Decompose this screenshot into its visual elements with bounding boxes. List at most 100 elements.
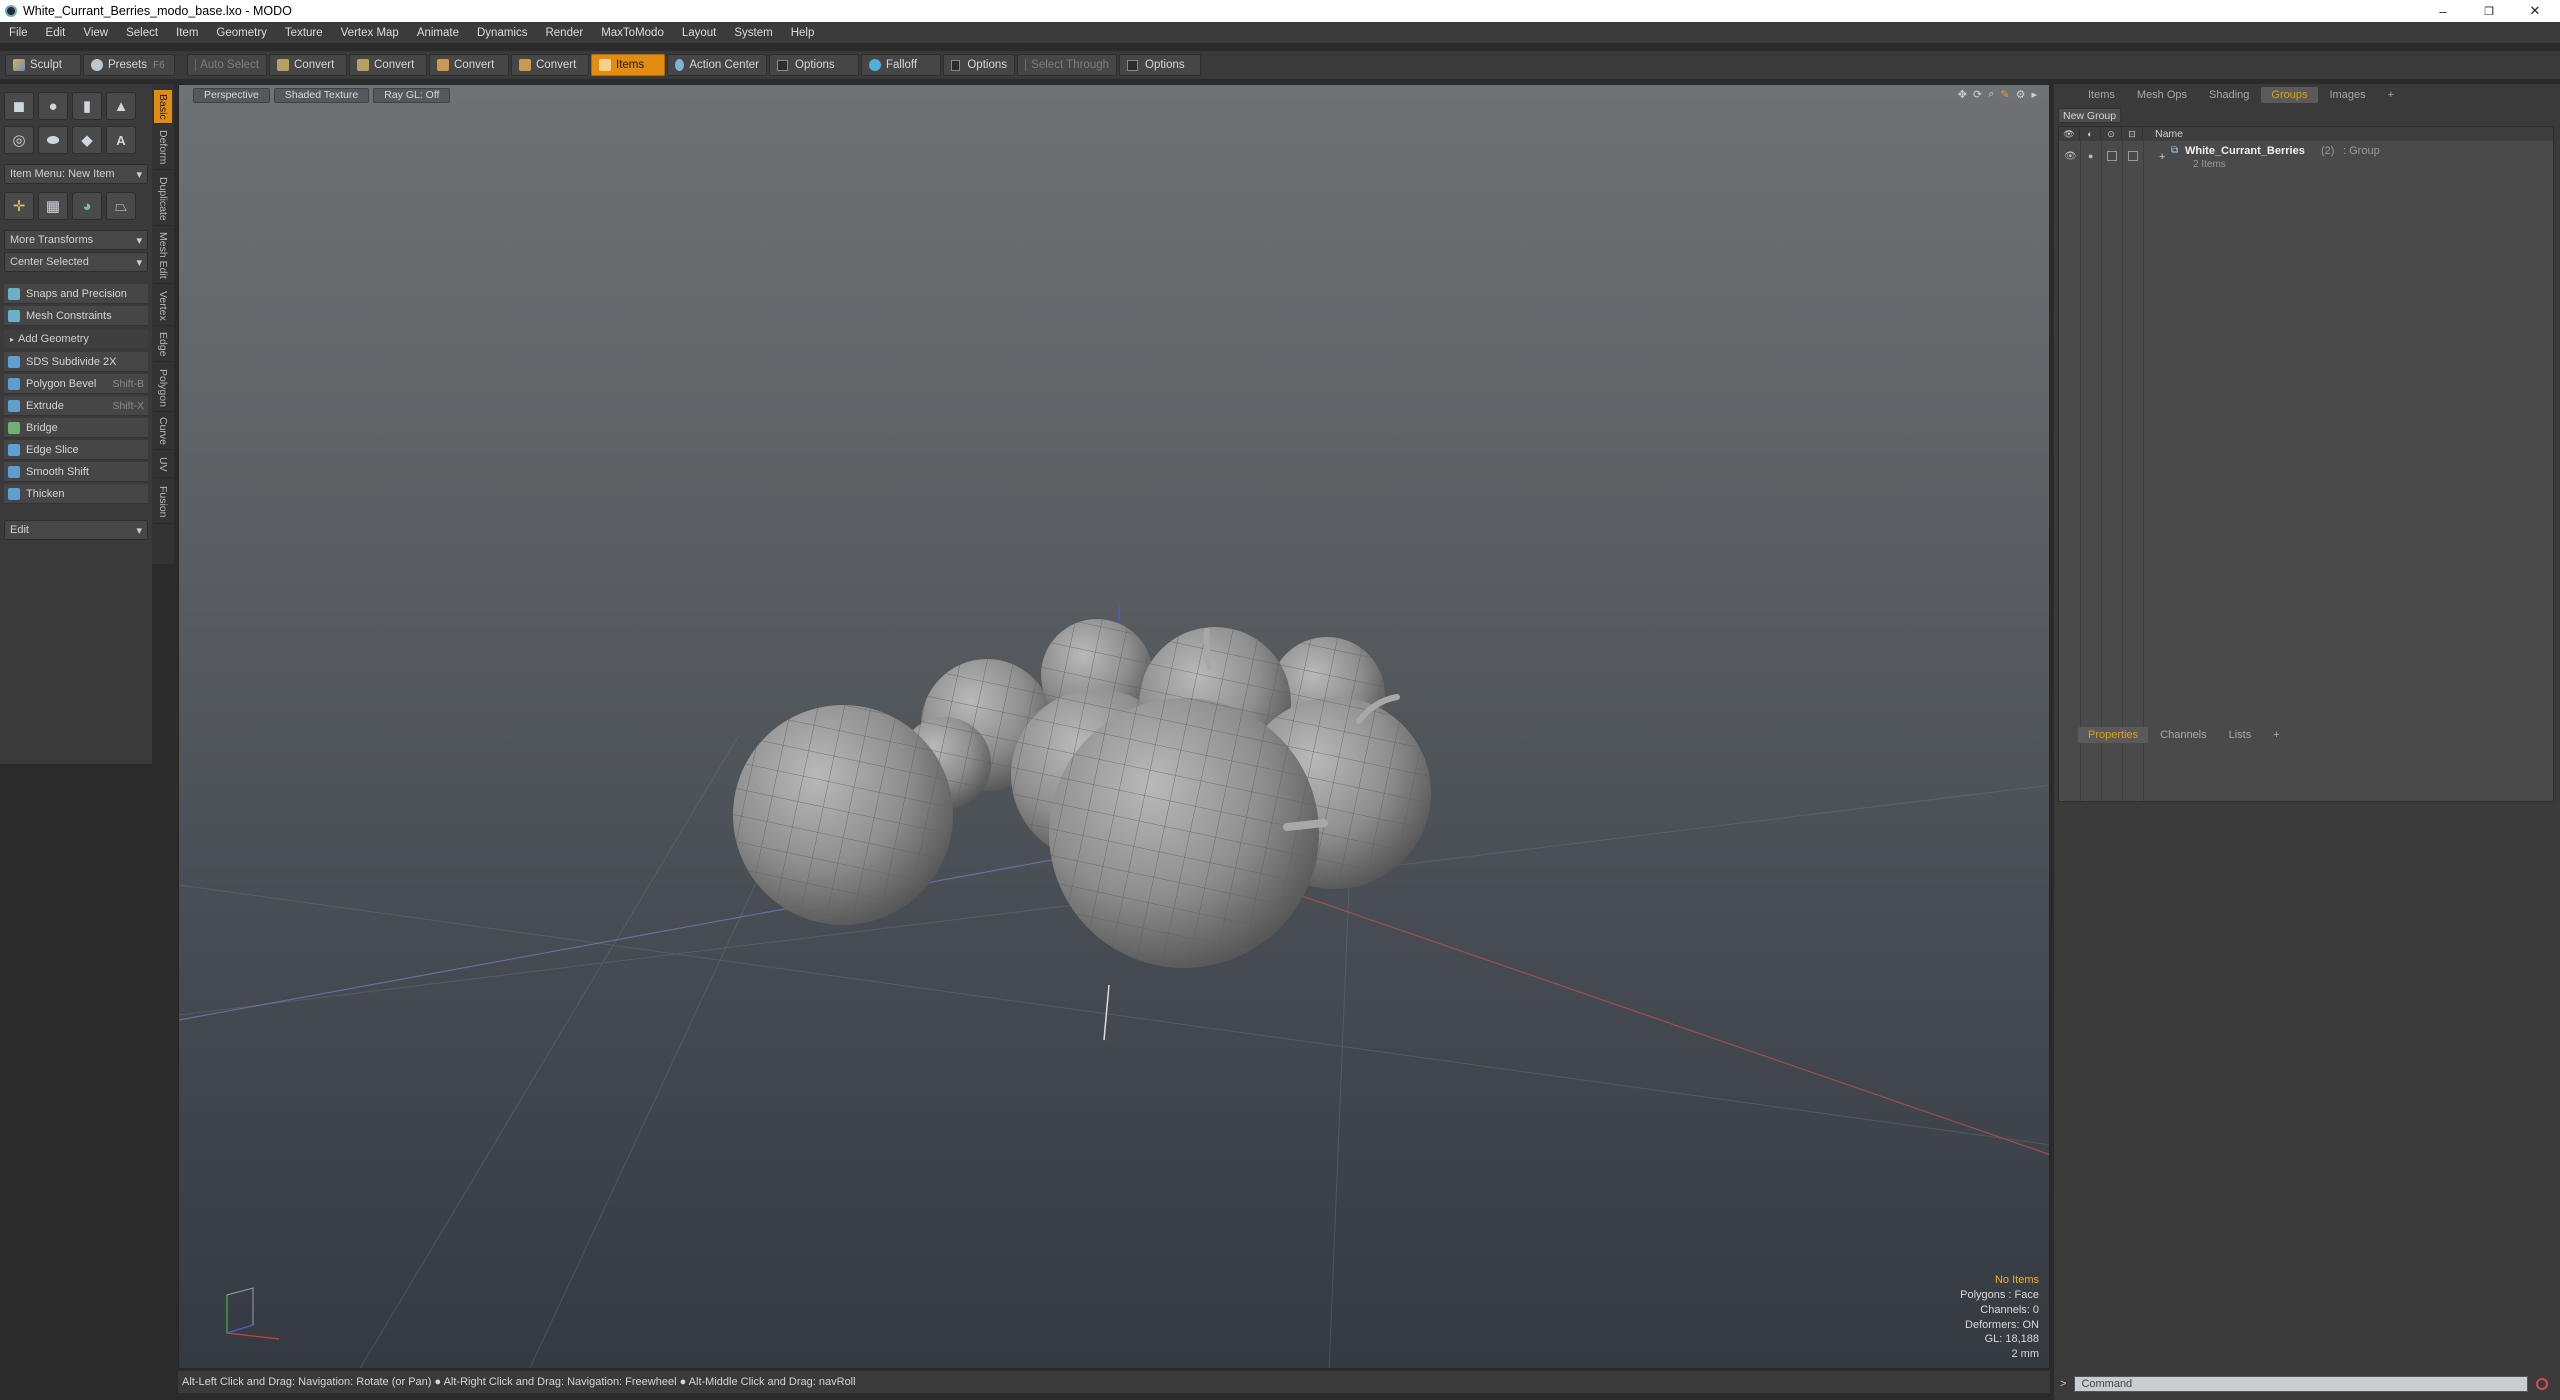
- polygon-bevel-button[interactable]: Polygon Bevel Shift-B: [4, 374, 148, 394]
- group-row[interactable]: 👁 ● + ⧉ White_Currant_Berries (2) : Grou…: [2059, 145, 2553, 173]
- options-checkbox[interactable]: [777, 59, 788, 71]
- tab-items[interactable]: Items: [2078, 87, 2125, 103]
- action-center-button[interactable]: Action Center: [667, 54, 767, 76]
- maximize-button[interactable]: ❐: [2466, 0, 2512, 22]
- menu-edit[interactable]: Edit: [37, 27, 75, 39]
- convert-vertices-button[interactable]: Convert: [269, 54, 347, 76]
- groups-list[interactable]: 👁 ◐ ⊙ ⊡ Name 👁 ● + ⧉ White_Currant_Berri…: [2058, 126, 2554, 802]
- menu-animate[interactable]: Animate: [408, 27, 468, 39]
- convert-materials-button[interactable]: Convert: [511, 54, 589, 76]
- expand-toggle-icon[interactable]: +: [2159, 151, 2165, 163]
- edit-dropdown[interactable]: Edit ▾: [4, 520, 148, 540]
- tab-channels[interactable]: Channels: [2150, 727, 2216, 743]
- add-geometry-header[interactable]: ▸ Add Geometry: [4, 330, 148, 348]
- cube-primitive-icon[interactable]: ◼: [4, 92, 34, 120]
- menu-dynamics[interactable]: Dynamics: [468, 27, 536, 39]
- cone-primitive-icon[interactable]: ▲: [106, 92, 136, 120]
- tab-vertex[interactable]: Vertex: [154, 286, 172, 326]
- menu-help[interactable]: Help: [782, 27, 824, 39]
- tab-basic[interactable]: Basic: [154, 90, 172, 124]
- sphere-primitive-icon[interactable]: ●: [38, 92, 68, 120]
- select-checkbox[interactable]: [2128, 151, 2138, 161]
- tab-properties[interactable]: Properties: [2078, 727, 2149, 743]
- options-checkbox[interactable]: [951, 59, 961, 71]
- tab-deform[interactable]: Deform: [154, 126, 172, 170]
- menu-geometry[interactable]: Geometry: [207, 27, 276, 39]
- menu-texture[interactable]: Texture: [276, 27, 332, 39]
- auto-select-button[interactable]: Auto Select: [187, 54, 267, 76]
- select-through-button[interactable]: Select Through: [1017, 54, 1117, 76]
- falloff-button[interactable]: Falloff: [861, 54, 941, 76]
- close-button[interactable]: ✕: [2512, 0, 2558, 22]
- lock-checkbox[interactable]: [2107, 151, 2117, 161]
- sculpt-button[interactable]: Sculpt: [5, 54, 81, 76]
- view-type-button[interactable]: Perspective: [193, 87, 270, 103]
- menu-maxtomodo[interactable]: MaxToModo: [592, 27, 673, 39]
- gear-icon[interactable]: ⚙: [2016, 88, 2026, 101]
- grid-tool-icon[interactable]: ▦: [38, 192, 68, 220]
- tab-shading[interactable]: Shading: [2199, 87, 2259, 103]
- scene-canvas[interactable]: [179, 85, 2050, 1369]
- add-tab-button[interactable]: +: [2378, 87, 2404, 103]
- item-menu-dropdown[interactable]: Item Menu: New Item ▾: [4, 164, 148, 184]
- transform-tool-icon[interactable]: ✛: [4, 192, 34, 220]
- chevron-right-icon[interactable]: ▸: [2031, 88, 2037, 101]
- snaps-precision-button[interactable]: Snaps and Precision: [4, 284, 148, 304]
- menu-view[interactable]: View: [74, 27, 117, 39]
- new-group-button[interactable]: New Group: [2058, 108, 2122, 123]
- tab-images[interactable]: Images: [2320, 87, 2376, 103]
- visibility-column-icon[interactable]: 👁: [2059, 127, 2080, 141]
- menu-select[interactable]: Select: [117, 27, 167, 39]
- menu-layout[interactable]: Layout: [673, 27, 726, 39]
- tab-fusion[interactable]: Fusion: [154, 480, 172, 524]
- raygl-toggle[interactable]: Ray GL: Off: [373, 87, 451, 103]
- edge-slice-button[interactable]: Edge Slice: [4, 440, 148, 460]
- text-primitive-icon[interactable]: A: [106, 126, 136, 154]
- minimize-button[interactable]: –: [2420, 0, 2466, 22]
- brush-icon[interactable]: ✎: [2000, 88, 2009, 101]
- sds-subdivide-button[interactable]: SDS Subdivide 2X: [4, 352, 148, 372]
- cylinder-primitive-icon[interactable]: ▮: [72, 92, 102, 120]
- presets-button[interactable]: Presets F6: [83, 54, 175, 76]
- torus-primitive-icon[interactable]: ◎: [4, 126, 34, 154]
- lock-column-icon[interactable]: ⊙: [2101, 127, 2122, 141]
- tab-mesh-edit[interactable]: Mesh Edit: [154, 228, 172, 284]
- center-selected-dropdown[interactable]: Center Selected ▾: [4, 252, 148, 272]
- tab-lists[interactable]: Lists: [2219, 727, 2262, 743]
- menu-system[interactable]: System: [725, 27, 781, 39]
- plane-primitive-icon[interactable]: ◆: [72, 126, 102, 154]
- globe-tool-icon[interactable]: ◕: [72, 192, 102, 220]
- mesh-constraints-button[interactable]: Mesh Constraints: [4, 306, 148, 326]
- menu-render[interactable]: Render: [536, 27, 592, 39]
- tab-mesh-ops[interactable]: Mesh Ops: [2127, 87, 2197, 103]
- add-tab-button[interactable]: +: [2263, 727, 2289, 743]
- falloff-options[interactable]: Options: [943, 54, 1015, 76]
- select-through-options[interactable]: Options: [1119, 54, 1201, 76]
- menu-vertex-map[interactable]: Vertex Map: [332, 27, 408, 39]
- render-column-icon[interactable]: ◐: [2080, 127, 2101, 141]
- command-input[interactable]: Command: [2074, 1376, 2529, 1392]
- name-column-header[interactable]: Name: [2143, 128, 2183, 140]
- tab-duplicate[interactable]: Duplicate: [154, 172, 172, 226]
- extrude-button[interactable]: Extrude Shift-X: [4, 396, 148, 416]
- tab-polygon[interactable]: Polygon: [154, 364, 172, 412]
- render-toggle-icon[interactable]: ●: [2088, 151, 2093, 161]
- more-transforms-dropdown[interactable]: More Transforms ▾: [4, 230, 148, 250]
- menu-item[interactable]: Item: [167, 27, 207, 39]
- rotate-icon[interactable]: ⟳: [1973, 88, 1982, 101]
- thicken-button[interactable]: Thicken: [4, 484, 148, 504]
- options-checkbox[interactable]: [1127, 59, 1138, 71]
- bridge-button[interactable]: Bridge: [4, 418, 148, 438]
- convert-polygons-button[interactable]: Convert: [429, 54, 509, 76]
- items-mode-button[interactable]: Items: [591, 54, 665, 76]
- visibility-eye-icon[interactable]: 👁: [2064, 151, 2077, 162]
- record-icon[interactable]: [2536, 1378, 2549, 1390]
- perspective-tool-icon[interactable]: ⏢: [106, 192, 136, 220]
- menu-file[interactable]: File: [0, 27, 37, 39]
- tab-curve[interactable]: Curve: [154, 414, 172, 450]
- 3d-viewport[interactable]: Perspective Shaded Texture Ray GL: Off ✥…: [178, 84, 2050, 1369]
- action-center-options[interactable]: Options: [769, 54, 859, 76]
- convert-edges-button[interactable]: Convert: [349, 54, 427, 76]
- zoom-icon[interactable]: ⌕: [1988, 88, 1994, 101]
- shading-mode-button[interactable]: Shaded Texture: [273, 87, 370, 103]
